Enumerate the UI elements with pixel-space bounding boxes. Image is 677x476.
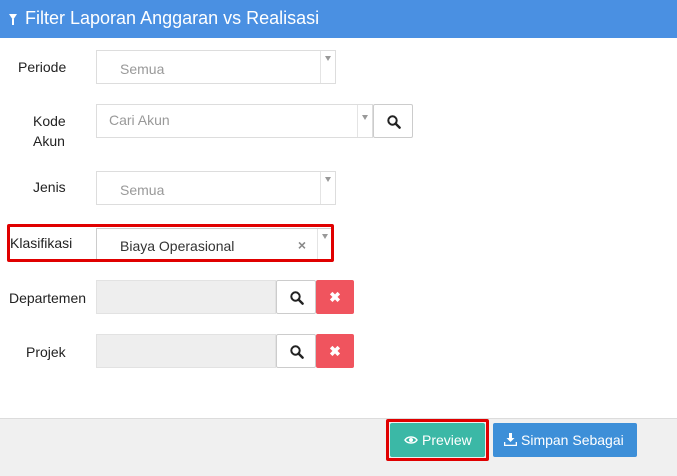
departemen-clear-button[interactable]: ✖ <box>316 280 354 314</box>
kode-akun-search-button[interactable] <box>373 104 413 138</box>
departemen-label: Departemen <box>9 290 87 306</box>
kode-akun-select[interactable]: Cari Akun <box>96 104 373 138</box>
projek-search-button[interactable] <box>276 334 316 368</box>
chevron-down-icon <box>325 56 331 61</box>
projek-clear-button[interactable]: ✖ <box>316 334 354 368</box>
jenis-label: Jenis <box>33 179 66 195</box>
projek-field <box>96 334 276 368</box>
panel-header: Filter Laporan Anggaran vs Realisasi <box>0 0 677 38</box>
departemen-search-button[interactable] <box>276 280 316 314</box>
jenis-value: Semua <box>120 182 165 198</box>
select-divider <box>357 105 358 137</box>
periode-select[interactable]: Semua <box>96 50 336 84</box>
preview-highlight-box <box>386 419 489 461</box>
select-divider <box>320 51 321 83</box>
search-icon <box>387 115 401 129</box>
kode-akun-placeholder: Cari Akun <box>109 112 170 128</box>
periode-value: Semua <box>120 61 165 77</box>
select-divider <box>320 172 321 204</box>
panel-title: Filter Laporan Anggaran vs Realisasi <box>25 8 320 28</box>
chevron-down-icon <box>362 115 368 120</box>
search-icon <box>290 291 304 305</box>
kode-akun-label-line1: Kode <box>33 113 66 129</box>
filter-panel: Filter Laporan Anggaran vs Realisasi Per… <box>0 0 677 476</box>
save-as-label: Simpan Sebagai <box>521 432 624 448</box>
departemen-field <box>96 280 276 314</box>
save-as-button[interactable]: Simpan Sebagai <box>493 423 637 457</box>
kode-akun-label-line2: Akun <box>33 133 65 149</box>
search-icon <box>290 345 304 359</box>
filter-icon <box>9 14 17 25</box>
close-icon: ✖ <box>329 289 341 305</box>
close-icon: ✖ <box>329 343 341 359</box>
periode-label: Periode <box>18 59 67 75</box>
jenis-select[interactable]: Semua <box>96 171 336 205</box>
download-icon <box>504 433 517 446</box>
chevron-down-icon <box>325 177 331 182</box>
projek-label: Projek <box>26 344 66 360</box>
klasifikasi-highlight-box <box>7 224 334 262</box>
